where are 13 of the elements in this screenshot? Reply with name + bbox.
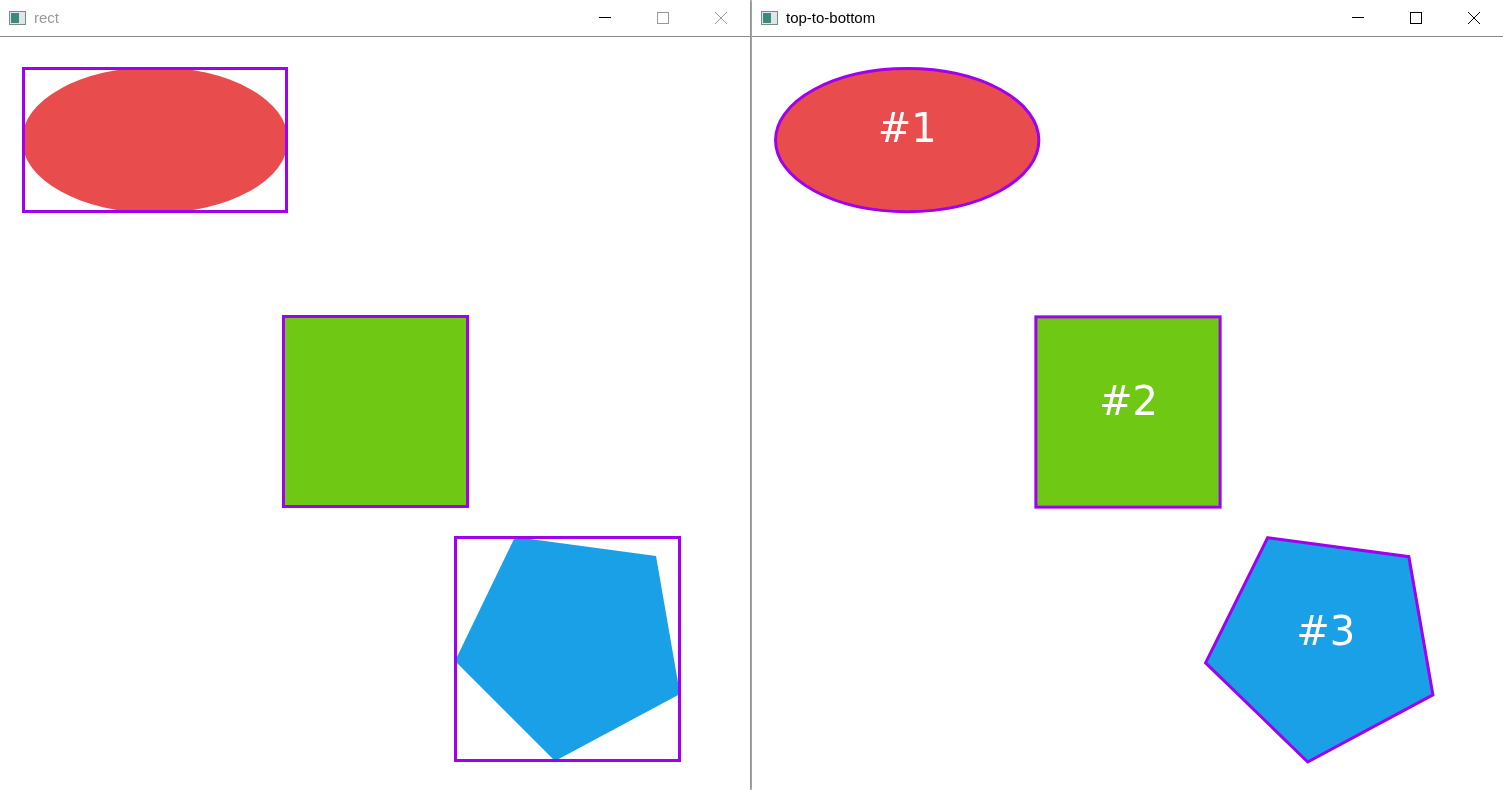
window-title: top-to-bottom [786,7,876,28]
shape-label: #2 [1099,377,1158,424]
shape-label: #3 [1296,607,1356,654]
maximize-icon [657,12,669,24]
window-title: rect [34,7,59,28]
app-icon [761,11,778,25]
minimize-icon [1352,17,1364,19]
close-icon [1468,12,1480,24]
maximize-icon [1410,12,1422,24]
app-icon [9,11,26,25]
minimize-icon [599,17,611,19]
shape-label: #1 [877,105,937,152]
close-icon [715,12,727,24]
